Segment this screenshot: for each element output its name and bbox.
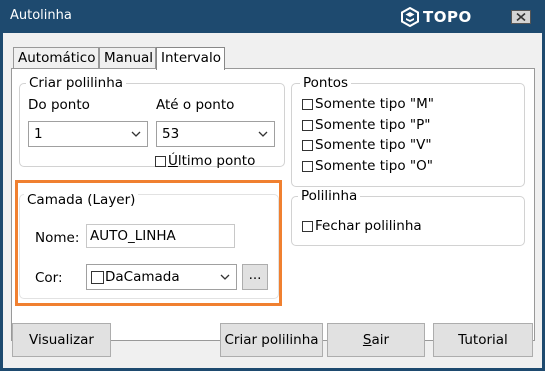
sair-label: air — [371, 332, 390, 348]
somente-v-checkbox[interactable]: Somente tipo "V" — [302, 137, 432, 153]
ate-ponto-value: 53 — [162, 126, 180, 142]
close-button[interactable] — [511, 10, 531, 24]
ultimo-ponto-accel: Ú — [168, 153, 178, 169]
visualizar-label: Visualizar — [29, 332, 94, 348]
tab-panel-intervalo: Criar polilinha Do ponto Até o ponto 1 5… — [11, 68, 535, 341]
sair-button[interactable]: Sair — [327, 323, 425, 357]
brand-text: TOPO — [423, 8, 472, 26]
do-ponto-select[interactable]: 1 — [28, 121, 148, 147]
somente-p-box[interactable] — [302, 119, 313, 131]
fechar-polilinha-box[interactable] — [302, 220, 313, 232]
cor-label: Cor: — [35, 270, 63, 286]
tab-intervalo-label: Intervalo — [161, 50, 221, 66]
ate-ponto-select[interactable]: 53 — [156, 121, 275, 147]
somente-m-box[interactable] — [302, 98, 313, 110]
criar-polilinha-label: Criar polilinha — [224, 332, 319, 348]
tab-intervalo[interactable]: Intervalo — [156, 47, 225, 70]
criar-polilinha-button[interactable]: Criar polilinha — [220, 323, 323, 357]
somente-m-checkbox[interactable]: Somente tipo "M" — [302, 96, 434, 112]
somente-m-label: Somente tipo "M" — [315, 96, 434, 112]
cor-value-wrap: DaCamada — [91, 269, 180, 285]
cor-select[interactable]: DaCamada — [86, 264, 237, 290]
sair-accel: S — [362, 332, 372, 348]
somente-p-label: Somente tipo "P" — [315, 117, 431, 133]
do-ponto-label: Do ponto — [28, 97, 90, 113]
somente-o-box[interactable] — [302, 160, 313, 172]
tutorial-button[interactable]: Tutorial — [433, 323, 533, 357]
color-swatch — [91, 270, 104, 284]
fechar-polilinha-checkbox[interactable]: Fechar polilinha — [302, 218, 422, 234]
autolinha-window: Autolinha TOPO Automático Manual Interva… — [0, 0, 545, 371]
chevron-down-icon — [258, 131, 268, 137]
somente-o-checkbox[interactable]: Somente tipo "O" — [302, 158, 433, 174]
topo-logo: TOPO — [400, 6, 472, 28]
topo-logo-icon — [401, 7, 419, 27]
visualizar-button[interactable]: Visualizar — [12, 323, 111, 357]
ate-ponto-label: Até o ponto — [156, 97, 235, 113]
fechar-polilinha-label: Fechar polilinha — [315, 218, 422, 234]
nome-input[interactable] — [86, 224, 235, 248]
tab-automatico-label: Automático — [18, 50, 96, 66]
chevron-down-icon — [131, 131, 141, 137]
somente-v-label: Somente tipo "V" — [315, 137, 432, 153]
somente-p-checkbox[interactable]: Somente tipo "P" — [302, 117, 430, 133]
do-ponto-value: 1 — [34, 126, 43, 142]
ultimo-ponto-checkbox[interactable]: Último ponto — [155, 153, 255, 169]
pontos-legend: Pontos — [300, 75, 352, 91]
window-title: Autolinha — [10, 8, 72, 23]
tab-automatico[interactable]: Automático — [13, 47, 99, 69]
dialog-client: Automático Manual Intervalo Criar polili… — [3, 33, 542, 368]
nome-input-field[interactable] — [87, 225, 234, 247]
cor-value: DaCamada — [105, 269, 180, 285]
chevron-down-icon — [220, 274, 230, 280]
polilinha-legend: Polilinha — [298, 188, 361, 204]
somente-v-box[interactable] — [302, 139, 313, 151]
ultimo-ponto-box[interactable] — [155, 155, 166, 167]
tab-manual-label: Manual — [104, 50, 154, 66]
tutorial-label: Tutorial — [458, 332, 508, 348]
cor-more-button[interactable]: ... — [242, 264, 268, 290]
criar-polilinha-legend: Criar polilinha — [26, 75, 127, 91]
tab-manual[interactable]: Manual — [99, 47, 156, 69]
somente-o-label: Somente tipo "O" — [315, 158, 433, 174]
title-bar: Autolinha TOPO — [0, 0, 545, 33]
ultimo-ponto-label: ltimo ponto — [177, 153, 256, 169]
nome-label: Nome: — [35, 230, 80, 246]
close-icon — [516, 13, 526, 21]
